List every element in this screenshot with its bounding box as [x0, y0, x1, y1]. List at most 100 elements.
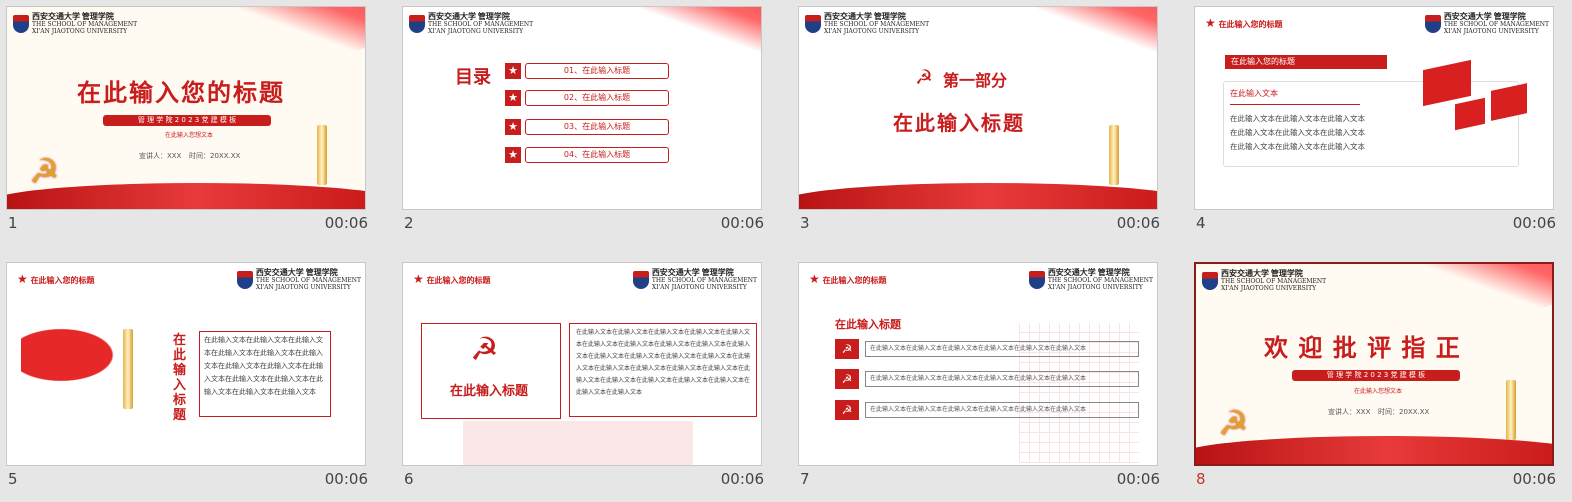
building-decoration	[463, 421, 693, 465]
slide-duration: 00:06	[324, 214, 368, 232]
slide-2[interactable]: 西安交通大学 管理学院 THE SCHOOL OF MANAGEMENT XI'AN…	[402, 6, 762, 210]
slide-subtitle: 在此输入您想文本	[165, 132, 214, 139]
slide-5[interactable]: ★ 在此输入您的标题 西安交通大学 管理学院 THE SCHOOL OF MANA…	[6, 262, 366, 466]
slide-title: 在此输入标题	[893, 111, 1025, 135]
star-icon: ★	[809, 272, 820, 286]
pillar-decoration	[1109, 125, 1119, 185]
section-title: 在此输入标题	[835, 318, 901, 331]
part-label: 第一部分	[943, 71, 1008, 90]
ribbon-decoration	[799, 183, 1157, 209]
slide-thumb-6[interactable]: ★ 在此输入您的标题 西安交通大学 管理学院 THE SCHOOL OF MANA…	[402, 262, 764, 502]
slide-duration: 00:06	[1116, 470, 1160, 488]
flag-decoration	[225, 7, 365, 57]
slide-thumb-5[interactable]: ★ 在此输入您的标题 西安交通大学 管理学院 THE SCHOOL OF MANA…	[6, 262, 368, 502]
party-emblem-icon: ☭	[835, 369, 859, 389]
slide-thumb-8[interactable]: 西安交通大学 管理学院 THE SCHOOL OF MANAGEMENT XI'AN…	[1194, 262, 1556, 502]
toc-item-2[interactable]: ★ 02、在此输入标题	[505, 90, 675, 106]
flag-decoration	[21, 325, 121, 385]
slide-duration: 00:06	[720, 470, 764, 488]
shield-icon	[13, 15, 29, 33]
star-icon: ★	[505, 119, 521, 135]
toc-title: 目录	[455, 67, 491, 88]
school-logo: 西安交通大学 管理学院 THE SCHOOL OF MANAGEMENT XI'AN…	[632, 268, 757, 291]
school-logo: 西安交通大学 管理学院 THE SCHOOL OF MANAGEMENT XI'AN…	[1028, 268, 1153, 291]
shield-icon	[409, 15, 425, 33]
time-text: 时间：20XX.XX	[189, 152, 241, 160]
flag-decoration	[1412, 264, 1552, 314]
slide-header: ★ 在此输入您的标题	[17, 272, 95, 286]
school-logo: 西安交通大学 管理学院 THE SCHOOL OF MANAGEMENT XI'AN…	[1424, 12, 1549, 35]
slide-title: 在此输入您的标题	[77, 79, 285, 107]
vertical-title: 在此输入标题	[173, 333, 187, 423]
slide-banner: 管 理 学 院 2 0 2 3 党 建 模 板	[103, 115, 271, 126]
toc-item-1[interactable]: ★ 01、在此输入标题	[505, 63, 675, 79]
slide-duration: 00:06	[1512, 214, 1556, 232]
party-emblem-icon: ☭	[29, 152, 60, 192]
flag-icon	[1491, 83, 1527, 121]
star-icon: ★	[505, 147, 521, 163]
party-emblem-icon: ☭	[915, 65, 933, 89]
slide-number: 7	[800, 470, 810, 488]
party-emblem-icon: ☭	[470, 330, 499, 368]
title-bar: 在此输入您的标题	[1225, 55, 1387, 69]
slide-thumb-2[interactable]: 西安交通大学 管理学院 THE SCHOOL OF MANAGEMENT XI'AN…	[402, 6, 764, 246]
school-logo: 西安交通大学 管理学院 THE SCHOOL OF MANAGEMENT XI'AN…	[13, 12, 137, 35]
pillar-decoration	[123, 329, 133, 409]
slide-number: 4	[1196, 214, 1206, 232]
star-icon: ★	[413, 272, 424, 286]
pillar-decoration	[1506, 380, 1516, 440]
school-logo: 西安交通大学 管理学院 THE SCHOOL OF MANAGEMENT XI'AN…	[236, 268, 361, 291]
slide-duration: 00:06	[324, 470, 368, 488]
party-emblem-icon: ☭	[1218, 404, 1249, 444]
slide-number: 5	[8, 470, 18, 488]
presenter-text: 宣讲人：XXX	[139, 152, 182, 160]
star-icon: ★	[505, 63, 521, 79]
school-logo: 西安交通大学 管理学院 THE SCHOOL OF MANAGEMENT XI'AN…	[805, 12, 929, 35]
shield-icon	[1202, 272, 1218, 290]
party-emblem-icon: ☭	[835, 400, 859, 420]
slide-6[interactable]: ★ 在此输入您的标题 西安交通大学 管理学院 THE SCHOOL OF MANA…	[402, 262, 762, 466]
shield-icon	[632, 271, 649, 289]
flag-decoration	[641, 7, 761, 57]
slide-4[interactable]: ★ 在此输入您的标题 西安交通大学 管理学院 THE SCHOOL OF MANA…	[1194, 6, 1554, 210]
time-text: 时间：20XX.XX	[1378, 408, 1430, 416]
slide-thumb-4[interactable]: ★ 在此输入您的标题 西安交通大学 管理学院 THE SCHOOL OF MANA…	[1194, 6, 1556, 246]
left-panel: ☭ 在此输入标题	[421, 323, 561, 419]
flag-decoration	[1037, 7, 1157, 57]
slide-duration: 00:06	[1512, 470, 1556, 488]
school-logo: 西安交通大学 管理学院 THE SCHOOL OF MANAGEMENT XI'AN…	[409, 12, 533, 35]
toc-item-3[interactable]: ★ 03、在此输入标题	[505, 119, 675, 135]
shield-icon	[805, 15, 821, 33]
slide-8[interactable]: 西安交通大学 管理学院 THE SCHOOL OF MANAGEMENT XI'AN…	[1194, 262, 1554, 466]
slide-number: 6	[404, 470, 414, 488]
slide-thumb-1[interactable]: 西安交通大学 管理学院 THE SCHOOL OF MANAGEMENT XI'AN…	[6, 6, 368, 246]
list-row-3: ☭ 在此输入文本在此输入文本在此输入文本在此输入文本在此输入文本在此输入文本	[835, 400, 1145, 420]
slide-number: 2	[404, 214, 414, 232]
slide-3[interactable]: 西安交通大学 管理学院 THE SCHOOL OF MANAGEMENT XI'AN…	[798, 6, 1158, 210]
presenter-text: 宣讲人：XXX	[1328, 408, 1371, 416]
slide-number: 8	[1196, 470, 1206, 488]
slide-subtitle: 在此输入您想文本	[1354, 388, 1403, 395]
text-box: 在此输入文本在此输入文本在此输入文本在此输入文本在此输入文本在此输入文本在此输入…	[199, 331, 331, 417]
party-emblem-icon: ☭	[835, 339, 859, 359]
shield-icon	[1028, 271, 1045, 289]
ribbon-decoration	[1196, 436, 1552, 464]
slide-number: 3	[800, 214, 810, 232]
slide-thumb-7[interactable]: ★ 在此输入您的标题 西安交通大学 管理学院 THE SCHOOL OF MANA…	[798, 262, 1160, 502]
ribbon-decoration	[7, 183, 365, 209]
slide-header: ★ 在此输入您的标题	[809, 272, 887, 286]
school-logo: 西安交通大学 管理学院 THE SCHOOL OF MANAGEMENT XI'AN…	[1202, 269, 1326, 292]
slide-banner: 管 理 学 院 2 0 2 3 党 建 模 板	[1292, 370, 1460, 381]
pillar-decoration	[317, 125, 327, 185]
slide-number: 1	[8, 214, 18, 232]
slide-1[interactable]: 西安交通大学 管理学院 THE SCHOOL OF MANAGEMENT XI'AN…	[6, 6, 366, 210]
slide-title: 欢 迎 批 评 指 正	[1264, 334, 1461, 362]
star-icon: ★	[505, 90, 521, 106]
slide-7[interactable]: ★ 在此输入您的标题 西安交通大学 管理学院 THE SCHOOL OF MANA…	[798, 262, 1158, 466]
list-row-2: ☭ 在此输入文本在此输入文本在此输入文本在此输入文本在此输入文本在此输入文本	[835, 369, 1145, 389]
toc-item-4[interactable]: ★ 04、在此输入标题	[505, 147, 675, 163]
slide-thumb-3[interactable]: 西安交通大学 管理学院 THE SCHOOL OF MANAGEMENT XI'AN…	[798, 6, 1160, 246]
shield-icon	[1424, 15, 1441, 33]
slide-duration: 00:06	[1116, 214, 1160, 232]
text-box: 在此输入文本在此输入文本在此输入文本在此输入文本在此输入文本在此输入文本在此输入…	[569, 323, 757, 417]
